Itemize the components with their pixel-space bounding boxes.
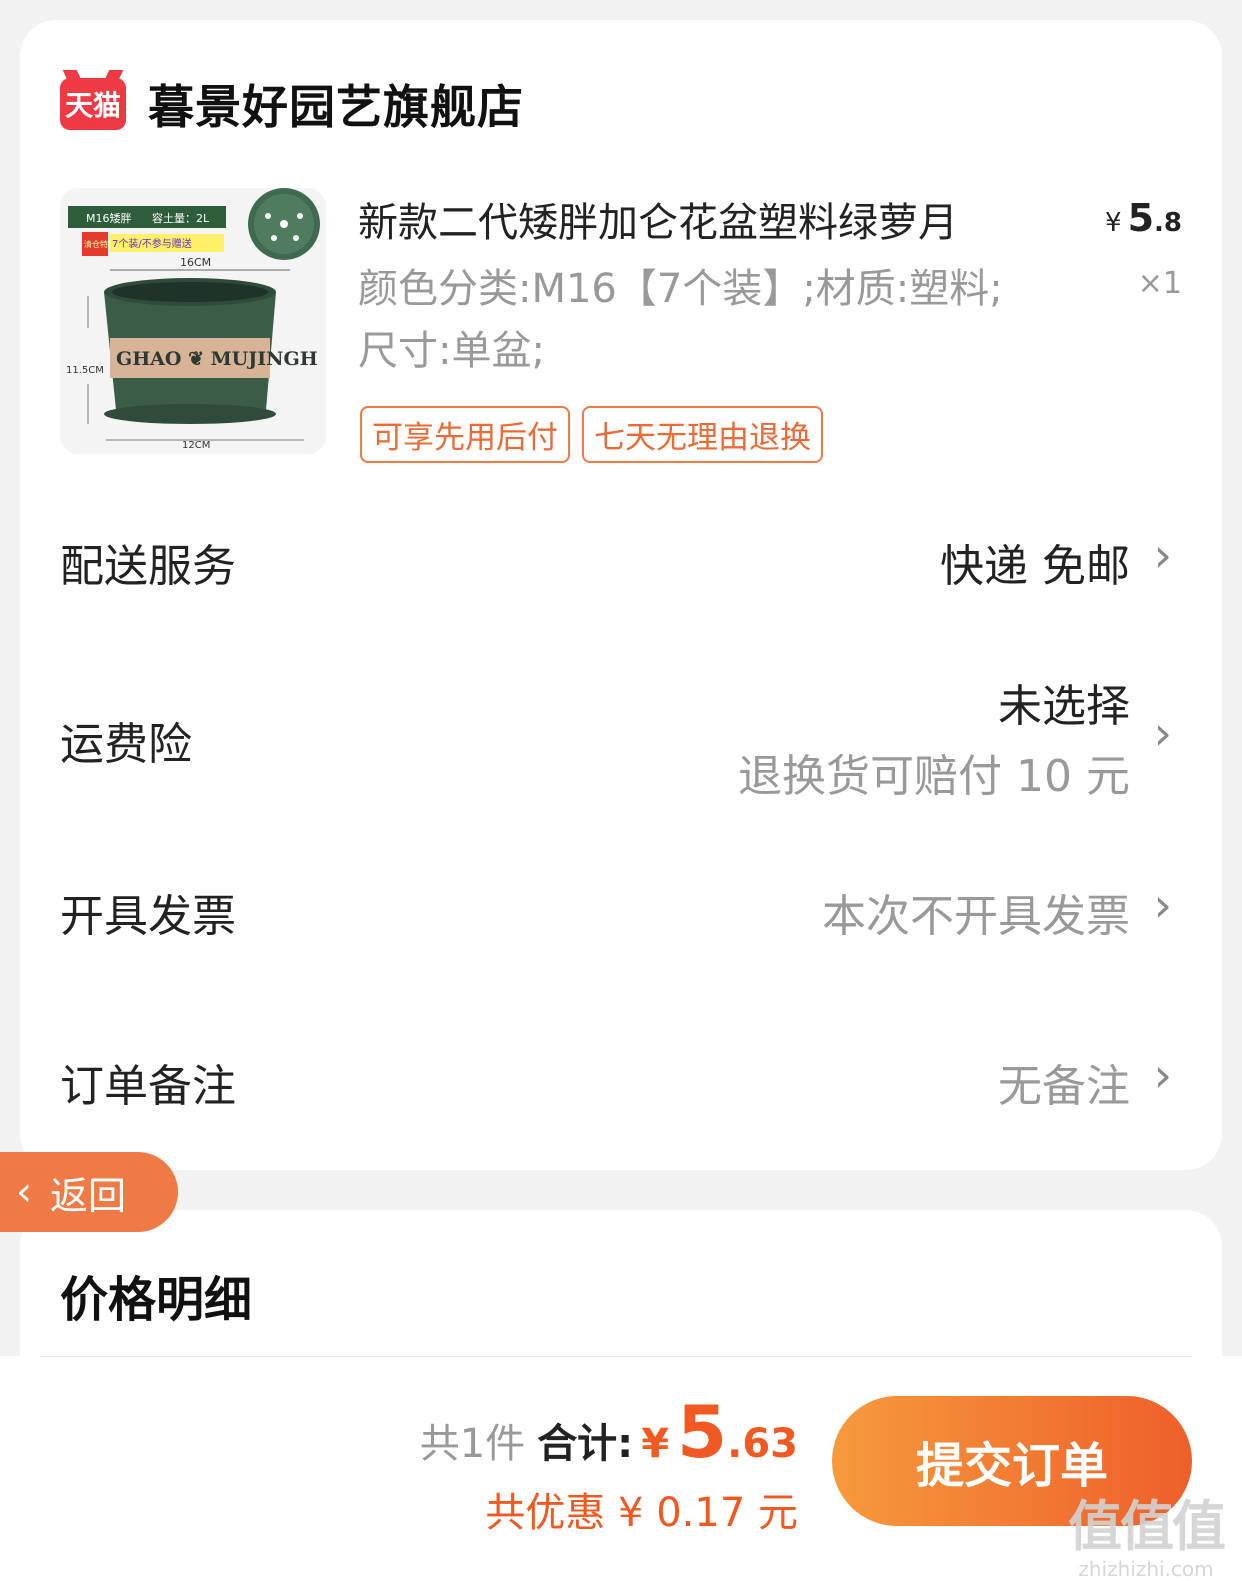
total-currency: ¥ bbox=[641, 1421, 670, 1467]
insurance-sub: 退换货可赔付 10 元 bbox=[738, 751, 1130, 802]
checkout-bar: 共1件 合计: ¥ 5 .63 共优惠 ¥ 0.17 元 提交订单 bbox=[0, 1356, 1242, 1581]
watermark-glyphs: 值值值 bbox=[1068, 1495, 1226, 1558]
tmall-logo-icon: 天猫 bbox=[60, 78, 126, 130]
image-top-label-right: 容土量：2L bbox=[152, 211, 210, 225]
chevron-right-icon: › bbox=[1153, 528, 1172, 582]
watermark-logo: 值值值 zhizhizhi.com bbox=[1068, 1482, 1226, 1581]
delivery-label: 配送服务 bbox=[60, 541, 236, 592]
insurance-value: 未选择 bbox=[998, 681, 1130, 732]
shop-header[interactable]: 天猫 暮景好园艺旗舰店 bbox=[60, 76, 524, 134]
total-line: 共1件 合计: ¥ 5 .63 bbox=[420, 1390, 798, 1474]
image-height: 11.5CM bbox=[66, 365, 104, 376]
back-button[interactable]: ‹ 返回 bbox=[0, 1152, 178, 1232]
back-label: 返回 bbox=[50, 1173, 127, 1218]
image-width-bottom: 12CM bbox=[182, 440, 210, 451]
product-quantity: ×1 bbox=[1137, 266, 1182, 301]
remark-value: 无备注 bbox=[998, 1061, 1130, 1112]
price-detail-title: 价格明细 bbox=[60, 1272, 253, 1328]
shop-name[interactable]: 暮景好园艺旗舰店 bbox=[148, 71, 524, 137]
remark-row[interactable]: 订单备注 无备注 › bbox=[60, 1048, 1172, 1112]
discount-text: 共优惠 ¥ 0.17 元 bbox=[485, 1490, 798, 1536]
watermark-url: zhizhizhi.com bbox=[1078, 1557, 1214, 1581]
chevron-right-icon: › bbox=[1153, 706, 1172, 760]
delivery-row[interactable]: 配送服务 快递 免邮 › bbox=[60, 528, 1172, 592]
delivery-value: 快递 免邮 bbox=[940, 541, 1130, 592]
chevron-right-icon: › bbox=[1153, 1048, 1172, 1102]
total-decimal: .63 bbox=[727, 1421, 798, 1467]
divider bbox=[40, 1356, 1192, 1357]
product-image[interactable]: M16矮胖 容土量：2L 清仓特价 7个装/不参与赠送 16CM GHAO ❦ … bbox=[60, 188, 326, 454]
shipping-insurance-row[interactable]: 运费险 未选择 退换货可赔付 10 元 › bbox=[60, 670, 1172, 802]
tag-seven-day-return: 七天无理由退换 bbox=[582, 406, 823, 463]
remark-label: 订单备注 bbox=[60, 1061, 236, 1112]
chevron-left-icon: ‹ bbox=[16, 1169, 32, 1215]
invoice-row[interactable]: 开具发票 本次不开具发票 › bbox=[60, 878, 1172, 942]
image-pot-text: GHAO ❦ MUJINGH bbox=[116, 348, 318, 370]
product-title[interactable]: 新款二代矮胖加仑花盆塑料绿萝月 bbox=[358, 190, 1058, 248]
total-integer: 5 bbox=[677, 1390, 728, 1474]
product-price: ¥5.8 bbox=[1105, 196, 1182, 240]
chevron-right-icon: › bbox=[1153, 878, 1172, 932]
price-integer: 5 bbox=[1127, 196, 1155, 240]
order-card: 天猫 暮景好园艺旗舰店 M16矮胖 容土量：2L 清仓特价 7个装/不参与赠送 … bbox=[20, 20, 1222, 1170]
invoice-value: 本次不开具发票 bbox=[822, 891, 1130, 942]
tag-pay-later: 可享先用后付 bbox=[360, 406, 570, 463]
total-label: 合计: bbox=[537, 1421, 634, 1467]
price-decimal: .8 bbox=[1154, 208, 1182, 238]
image-width-top: 16CM bbox=[180, 256, 211, 269]
price-currency: ¥ bbox=[1105, 208, 1122, 238]
product-spec[interactable]: 颜色分类:M16【7个装】;材质:塑料;尺寸:单盆; bbox=[358, 258, 1038, 382]
image-banner: 7个装/不参与赠送 bbox=[112, 237, 192, 250]
service-tags: 可享先用后付 七天无理由退换 bbox=[360, 406, 823, 463]
image-top-label-left: M16矮胖 bbox=[86, 211, 132, 225]
invoice-label: 开具发票 bbox=[60, 891, 236, 942]
insurance-label: 运费险 bbox=[60, 719, 192, 770]
item-count: 共1件 bbox=[419, 1421, 526, 1467]
